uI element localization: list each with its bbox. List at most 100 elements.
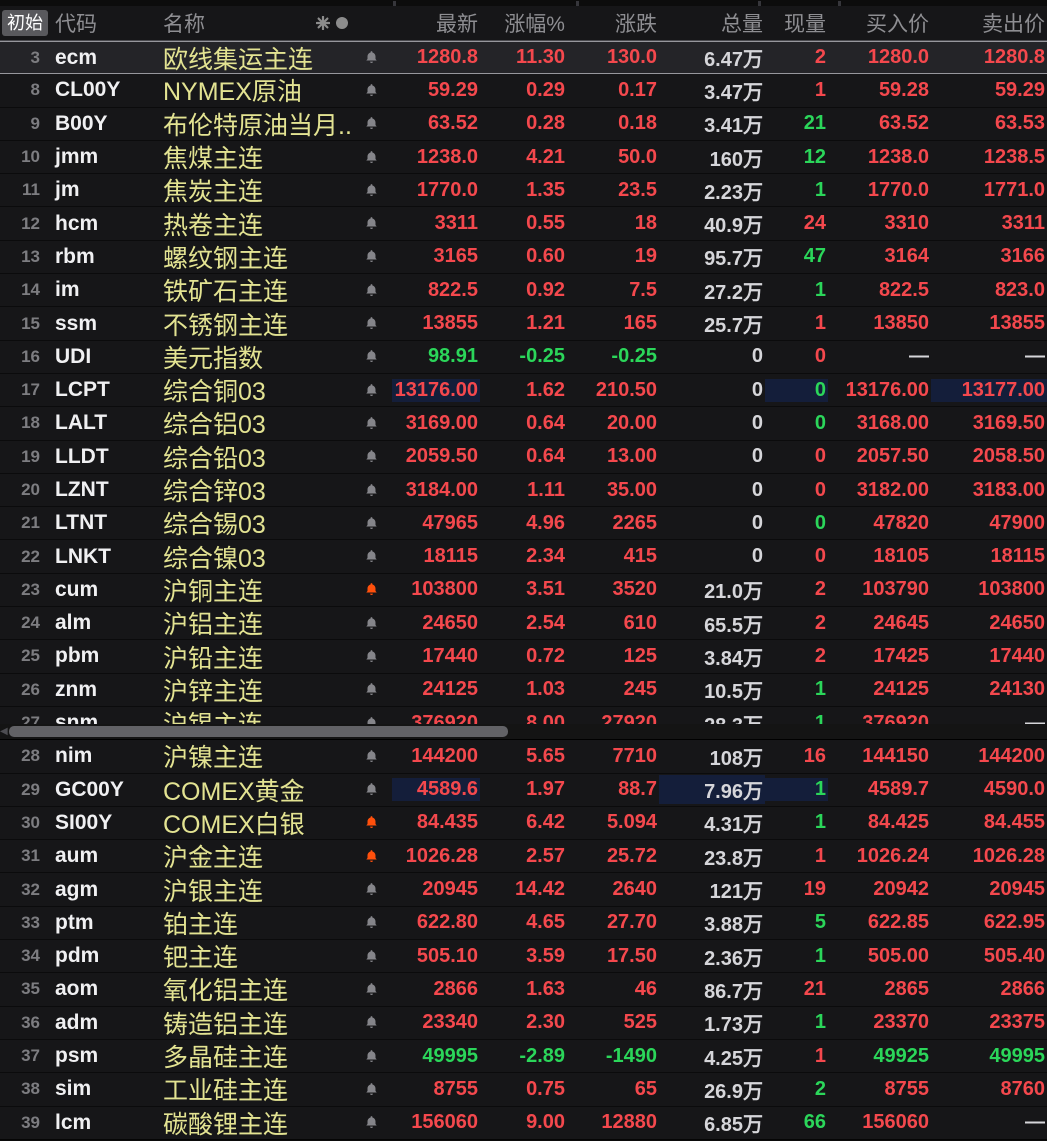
table-row[interactable]: 39 lcm 碳酸锂主连 156060 9.00 12880 6.85万 66 156060 —: [0, 1107, 1047, 1140]
alert-bell-icon[interactable]: [350, 682, 392, 697]
alert-bell-icon[interactable]: [350, 50, 392, 65]
alert-bell-icon[interactable]: [350, 83, 392, 98]
alert-bell-icon[interactable]: [350, 316, 392, 331]
table-row[interactable]: 22 LNKT 综合镍03 18115 2.34 415 0 0 18105 18115: [0, 540, 1047, 574]
alert-bell-icon[interactable]: [350, 416, 392, 431]
alert-bell-icon[interactable]: [350, 1082, 392, 1097]
change-pct-cell: 11.30: [516, 46, 565, 69]
col-header-code[interactable]: 代码: [40, 8, 155, 38]
last-price-cell: 1238.0: [416, 145, 478, 168]
table-row[interactable]: 9 B00Y 布伦特原油当月... 63.52 0.28 0.18 3.41万 21 63.52…: [0, 108, 1047, 141]
alert-bell-icon[interactable]: [350, 1015, 392, 1030]
alert-bell-icon[interactable]: [350, 1115, 392, 1130]
col-header-change[interactable]: 涨跌: [567, 8, 659, 38]
change-cell: 2265: [612, 511, 658, 534]
table-row[interactable]: 8 CL00Y NYMEX原油 59.29 0.29 0.17 3.47万 1 59.28 59.…: [0, 74, 1047, 108]
volume-cell: 4.31万: [704, 814, 763, 837]
alert-bell-icon[interactable]: [350, 549, 392, 564]
alert-bell-icon[interactable]: [350, 483, 392, 498]
table-row[interactable]: 23 cum 沪铜主连 103800 3.51 3520 21.0万 2 103790 10380…: [0, 574, 1047, 608]
alert-bell-icon[interactable]: [350, 582, 392, 597]
alert-bell-icon[interactable]: [350, 249, 392, 264]
alert-bell-icon[interactable]: [350, 882, 392, 897]
ask-price-cell: 17440: [989, 644, 1045, 667]
table-row[interactable]: 11 jm 焦炭主连 1770.0 1.35 23.5 2.23万 1 1770.0 1771.0: [0, 174, 1047, 208]
table-row[interactable]: 21 LTNT 综合锡03 47965 4.96 2265 0 0 47820 47900: [0, 507, 1047, 541]
table-row[interactable]: 15 ssm 不锈钢主连 13855 1.21 165 25.7万 1 13850 13855: [0, 307, 1047, 341]
col-header-volume[interactable]: 总量: [659, 8, 765, 38]
last-price-cell: 24650: [422, 611, 478, 634]
col-header-current-volume[interactable]: 现量: [765, 8, 828, 38]
table-row[interactable]: 28 nim 沪镍主连 144200 5.65 7710 108万 16 144150 14420…: [0, 740, 1047, 774]
alert-bell-icon[interactable]: [350, 150, 392, 165]
alert-bell-icon[interactable]: [350, 782, 392, 797]
alert-bell-icon[interactable]: [350, 915, 392, 930]
alert-bell-icon[interactable]: [350, 1049, 392, 1064]
alert-bell-icon[interactable]: [350, 183, 392, 198]
current-volume-cell: 1: [814, 278, 826, 301]
row-number: 13: [21, 246, 40, 266]
table-row[interactable]: 37 psm 多晶硅主连 49995 -2.89 -1490 4.25万 1 49925 4999…: [0, 1040, 1047, 1074]
volume-cell: 26.9万: [704, 1080, 763, 1103]
scrollbar-thumb[interactable]: [9, 726, 508, 737]
table-row[interactable]: 10 jmm 焦煤主连 1238.0 4.21 50.0 160万 12 1238.0 1238.…: [0, 141, 1047, 175]
current-volume-cell: 1: [765, 778, 828, 802]
volume-cell: 1.73万: [704, 1014, 763, 1037]
table-row[interactable]: 31 aum 沪金主连 1026.28 2.57 25.72 23.8万 1 1026.24 10…: [0, 840, 1047, 874]
table-row[interactable]: 26 znm 沪锌主连 24125 1.03 245 10.5万 1 24125 24130: [0, 674, 1047, 707]
row-number: 24: [21, 613, 40, 633]
volume-cell: 0: [751, 511, 763, 534]
alert-bell-icon[interactable]: [350, 849, 392, 864]
scroll-left-arrow-icon[interactable]: ◀: [0, 726, 8, 737]
change-pct-cell: 0.92: [526, 278, 565, 301]
col-header-bid[interactable]: 买入价: [828, 8, 931, 38]
col-header-last[interactable]: 最新: [392, 8, 480, 38]
alert-bell-icon[interactable]: [350, 283, 392, 298]
table-row[interactable]: 12 hcm 热卷主连 3311 0.55 18 40.9万 24 3310 3311: [0, 207, 1047, 241]
alert-bell-icon[interactable]: [350, 516, 392, 531]
table-row[interactable]: 13 rbm 螺纹钢主连 3165 0.60 19 95.7万 47 3164 3166: [0, 241, 1047, 275]
table-row[interactable]: 16 UDI 美元指数 98.91 -0.25 -0.25 0 0 — —: [0, 341, 1047, 374]
alert-bell-icon[interactable]: [350, 383, 392, 398]
code-cell: pdm: [55, 944, 100, 968]
table-row[interactable]: 35 aom 氧化铝主连 2866 1.63 46 86.7万 21 2865 2866: [0, 973, 1047, 1007]
table-row[interactable]: 24 alm 沪铝主连 24650 2.54 610 65.5万 2 24645 24650: [0, 607, 1047, 641]
alert-bell-icon[interactable]: [350, 815, 392, 830]
table-row[interactable]: 25 pbm 沪铅主连 17440 0.72 125 3.84万 2 17425 17440: [0, 640, 1047, 674]
alert-bell-icon[interactable]: [350, 616, 392, 631]
table-row[interactable]: 38 sim 工业硅主连 8755 0.75 65 26.9万 2 8755 8760: [0, 1073, 1047, 1107]
table-row[interactable]: 33 ptm 铂主连 622.80 4.65 27.70 3.88万 5 622.85 622.9…: [0, 907, 1047, 941]
sparkle-icon[interactable]: [316, 16, 330, 30]
alert-bell-icon[interactable]: [350, 982, 392, 997]
alert-bell-icon[interactable]: [350, 116, 392, 131]
bid-price-cell: —: [909, 345, 929, 368]
col-header-name[interactable]: 名称: [155, 8, 350, 38]
table-row[interactable]: 32 agm 沪银主连 20945 14.42 2640 121万 19 20942 20945: [0, 873, 1047, 907]
table-row[interactable]: 19 LLDT 综合铅03 2059.50 0.64 13.00 0 0 2057.50 2058…: [0, 441, 1047, 474]
ask-price-cell: 1238.5: [983, 145, 1045, 168]
current-volume-cell: 66: [803, 1111, 826, 1134]
dot-icon[interactable]: [336, 17, 348, 29]
col-header-change-pct[interactable]: 涨幅%: [480, 8, 567, 38]
ask-price-cell: 4590.0: [983, 778, 1045, 801]
change-pct-cell: 0.28: [526, 112, 565, 135]
horizontal-scrollbar[interactable]: ◀: [0, 724, 1047, 740]
table-row[interactable]: 34 pdm 钯主连 505.10 3.59 17.50 2.36万 1 505.00 505.4…: [0, 940, 1047, 974]
table-row[interactable]: 30 SI00Y COMEX白银 84.435 6.42 5.094 4.31万 1 84.42…: [0, 807, 1047, 841]
table-row[interactable]: 29 GC00Y COMEX黄金 4589.6 1.97 88.7 7.96万 1 4589.7…: [0, 774, 1047, 807]
alert-bell-icon[interactable]: [350, 949, 392, 964]
alert-bell-icon[interactable]: [350, 216, 392, 231]
table-row[interactable]: 17 LCPT 综合铜03 13176.00 1.62 210.50 0 0 13176.00 1…: [0, 374, 1047, 408]
alert-bell-icon[interactable]: [350, 449, 392, 464]
alert-bell-icon[interactable]: [350, 349, 392, 364]
col-header-ask[interactable]: 卖出价: [931, 8, 1047, 38]
table-row[interactable]: 14 im 铁矿石主连 822.5 0.92 7.5 27.2万 1 822.5 823.0: [0, 274, 1047, 308]
bid-price-cell: 4589.7: [867, 778, 929, 801]
table-row[interactable]: 3 ecm 欧线集运主连 1280.8 11.30 130.0 6.47万 2 1280.0 12…: [0, 41, 1047, 75]
name-cell: 沪锌主连: [163, 677, 264, 706]
table-row[interactable]: 20 LZNT 综合锌03 3184.00 1.11 35.00 0 0 3182.00 3183…: [0, 474, 1047, 508]
table-row[interactable]: 18 LALT 综合铝03 3169.00 0.64 20.00 0 0 3168.00 3169…: [0, 407, 1047, 441]
alert-bell-icon[interactable]: [350, 749, 392, 764]
table-row[interactable]: 36 adm 铸造铝主连 23340 2.30 525 1.73万 1 23370 23375: [0, 1007, 1047, 1040]
alert-bell-icon[interactable]: [350, 649, 392, 664]
